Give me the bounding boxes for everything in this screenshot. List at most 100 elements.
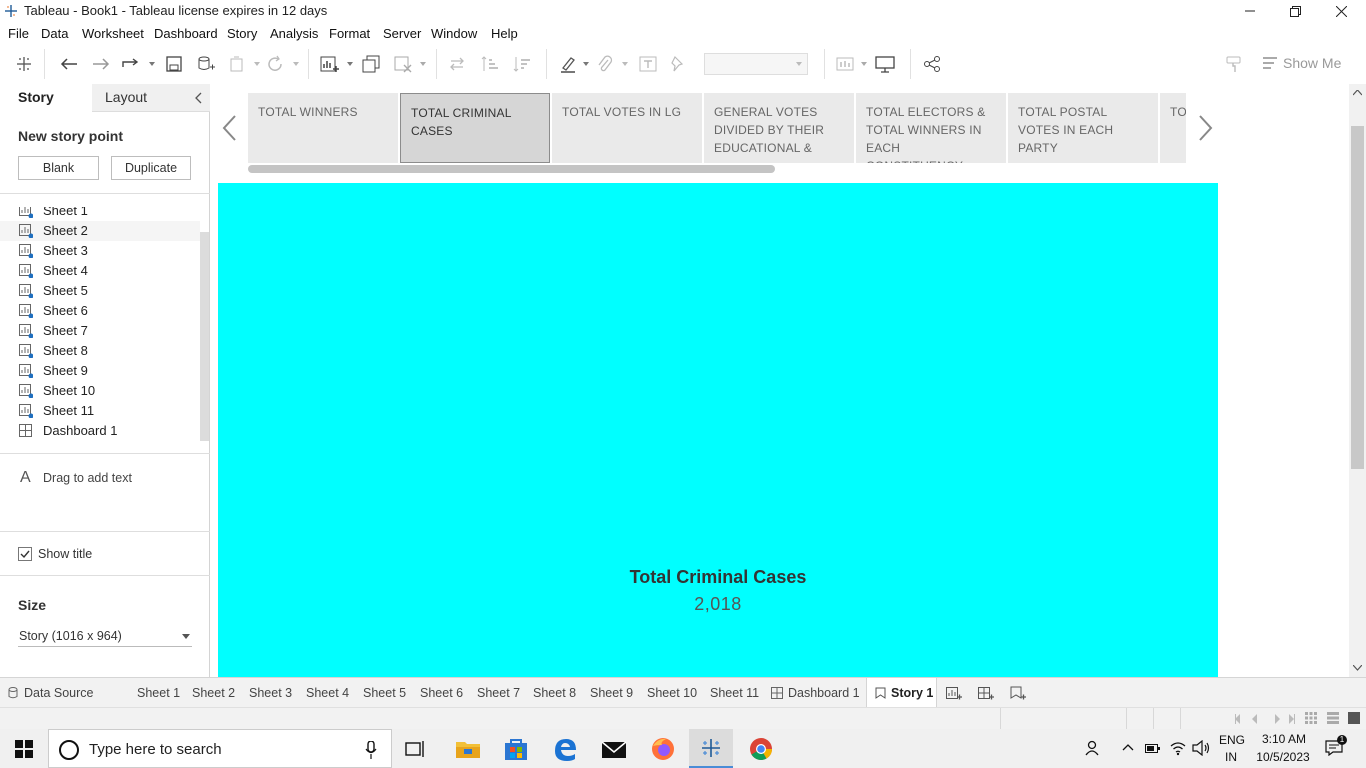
scroll-down-icon[interactable] xyxy=(1353,665,1362,671)
menu-story[interactable]: Story xyxy=(227,26,257,41)
language-indicator[interactable]: ENG xyxy=(1219,733,1245,747)
list-item[interactable]: Sheet 11 xyxy=(0,401,200,421)
list-item[interactable]: Dashboard 1 xyxy=(0,421,200,441)
dropdown-icon[interactable] xyxy=(420,62,426,66)
story-point-partial[interactable]: TO STA xyxy=(1160,93,1186,163)
menu-worksheet[interactable]: Worksheet xyxy=(82,26,144,41)
new-worksheet-dropdown-icon[interactable] xyxy=(347,62,353,66)
tableau-start-button[interactable] xyxy=(13,53,35,75)
size-dropdown[interactable]: Story (1016 x 964) xyxy=(18,627,192,647)
story-point-total-winners[interactable]: TOTAL WINNERS xyxy=(248,93,398,163)
fit-dropdown[interactable] xyxy=(704,53,808,75)
show-me-button[interactable]: Show Me xyxy=(1262,54,1342,74)
minimize-button[interactable] xyxy=(1227,0,1273,22)
menu-format[interactable]: Format xyxy=(329,26,370,41)
tab-sheet-6[interactable]: Sheet 6 xyxy=(420,678,463,707)
tableau-taskbar-button[interactable] xyxy=(689,729,733,768)
story-point-total-electors[interactable]: TOTAL ELECTORS & TOTAL WINNERS IN EACH C… xyxy=(856,93,1006,163)
format-painter-button[interactable] xyxy=(1223,53,1245,75)
tab-sheet-4[interactable]: Sheet 4 xyxy=(306,678,349,707)
tab-story-1[interactable]: Story 1 xyxy=(866,678,937,707)
show-cards-button[interactable] xyxy=(835,53,857,75)
menu-dashboard[interactable]: Dashboard xyxy=(154,26,218,41)
tab-sheet-2[interactable]: Sheet 2 xyxy=(192,678,235,707)
next-story-point-icon[interactable] xyxy=(1197,115,1213,141)
presentation-mode-button[interactable] xyxy=(874,53,896,75)
duplicate-sheet-button[interactable] xyxy=(360,53,382,75)
group-members-button[interactable] xyxy=(594,53,616,75)
list-item[interactable]: Sheet 3 xyxy=(0,241,200,261)
tab-sheet-1[interactable]: Sheet 1 xyxy=(137,678,180,707)
story-point-total-criminal-cases[interactable]: TOTAL CRIMINAL CASES xyxy=(400,93,550,163)
edge-browser-icon[interactable] xyxy=(552,736,578,762)
firefox-icon[interactable] xyxy=(650,736,676,762)
chevron-up-icon[interactable] xyxy=(1122,743,1134,751)
show-tabs-icon[interactable] xyxy=(1348,712,1360,724)
dropdown-icon[interactable] xyxy=(293,62,299,66)
story-point-total-votes-in-lg[interactable]: TOTAL VOTES IN LG xyxy=(552,93,702,163)
dropdown-icon[interactable] xyxy=(254,62,260,66)
drag-to-add-text[interactable]: A Drag to add text xyxy=(0,467,209,491)
clear-sheet-button[interactable] xyxy=(392,53,414,75)
clock-date[interactable]: 10/5/2023 xyxy=(1253,750,1313,764)
list-item[interactable]: Sheet 6 xyxy=(0,301,200,321)
menu-help[interactable]: Help xyxy=(491,26,518,41)
people-icon[interactable] xyxy=(1085,740,1101,756)
microsoft-store-icon[interactable] xyxy=(503,736,529,762)
restore-button[interactable] xyxy=(1272,0,1318,22)
menu-file[interactable]: File xyxy=(8,26,29,41)
task-view-icon[interactable] xyxy=(405,739,427,759)
list-item[interactable]: Sheet 7 xyxy=(0,321,200,341)
replay-dropdown-icon[interactable] xyxy=(149,62,155,66)
share-button[interactable] xyxy=(921,53,943,75)
tab-dashboard-1[interactable]: Dashboard 1 xyxy=(771,678,860,707)
volume-icon[interactable] xyxy=(1192,740,1210,756)
tab-story[interactable]: Story xyxy=(0,84,92,112)
menu-window[interactable]: Window xyxy=(431,26,477,41)
story-navigator-scrollbar[interactable] xyxy=(248,165,775,173)
tab-sheet-8[interactable]: Sheet 8 xyxy=(533,678,576,707)
show-mark-labels-button[interactable] xyxy=(637,53,659,75)
tab-sheet-5[interactable]: Sheet 5 xyxy=(363,678,406,707)
collapse-pane-icon[interactable] xyxy=(194,92,204,104)
file-explorer-icon[interactable] xyxy=(455,736,481,762)
new-data-source-button[interactable] xyxy=(195,53,217,75)
sheet-navigation-icon[interactable] xyxy=(1235,714,1295,724)
list-item[interactable]: Sheet 4 xyxy=(0,261,200,281)
menu-data[interactable]: Data xyxy=(41,26,68,41)
sort-ascending-button[interactable] xyxy=(479,53,501,75)
swap-rows-columns-button[interactable] xyxy=(446,53,468,75)
blank-button[interactable]: Blank xyxy=(18,156,99,180)
mail-icon[interactable] xyxy=(601,736,627,762)
redo-button[interactable] xyxy=(90,53,112,75)
windows-start-icon[interactable] xyxy=(15,740,33,758)
list-item[interactable]: Sheet 2 xyxy=(0,221,200,241)
tab-sheet-11[interactable]: Sheet 11 xyxy=(710,678,759,707)
fix-axes-button[interactable] xyxy=(666,53,688,75)
story-point-general-votes[interactable]: GENERAL VOTES DIVIDED BY THEIR EDUCATION… xyxy=(704,93,854,163)
menu-server[interactable]: Server xyxy=(383,26,421,41)
list-item[interactable]: Sheet 1 xyxy=(0,207,200,221)
battery-icon[interactable] xyxy=(1145,742,1161,754)
tab-sheet-7[interactable]: Sheet 7 xyxy=(477,678,520,707)
new-worksheet-button[interactable] xyxy=(319,53,341,75)
sheet-list-scrollbar[interactable] xyxy=(200,232,209,441)
show-title-checkbox[interactable] xyxy=(18,547,32,561)
dropdown-icon[interactable] xyxy=(622,62,628,66)
scroll-up-icon[interactable] xyxy=(1353,90,1362,96)
refresh-button[interactable] xyxy=(264,53,286,75)
wifi-icon[interactable] xyxy=(1170,740,1186,756)
replay-button[interactable] xyxy=(120,53,142,75)
list-item[interactable]: Sheet 8 xyxy=(0,341,200,361)
previous-story-point-icon[interactable] xyxy=(222,115,238,141)
tab-sheet-10[interactable]: Sheet 10 xyxy=(647,678,697,707)
region-indicator[interactable]: IN xyxy=(1225,750,1237,764)
highlight-button[interactable] xyxy=(557,53,579,75)
menu-analysis[interactable]: Analysis xyxy=(270,26,318,41)
tab-sheet-9[interactable]: Sheet 9 xyxy=(590,678,633,707)
undo-button[interactable] xyxy=(58,53,80,75)
tab-data-source[interactable]: Data Source xyxy=(8,678,123,707)
list-item[interactable]: Sheet 9 xyxy=(0,361,200,381)
story-point-total-postal-votes[interactable]: TOTAL POSTAL VOTES IN EACH PARTY xyxy=(1008,93,1158,163)
list-item[interactable]: Sheet 5 xyxy=(0,281,200,301)
